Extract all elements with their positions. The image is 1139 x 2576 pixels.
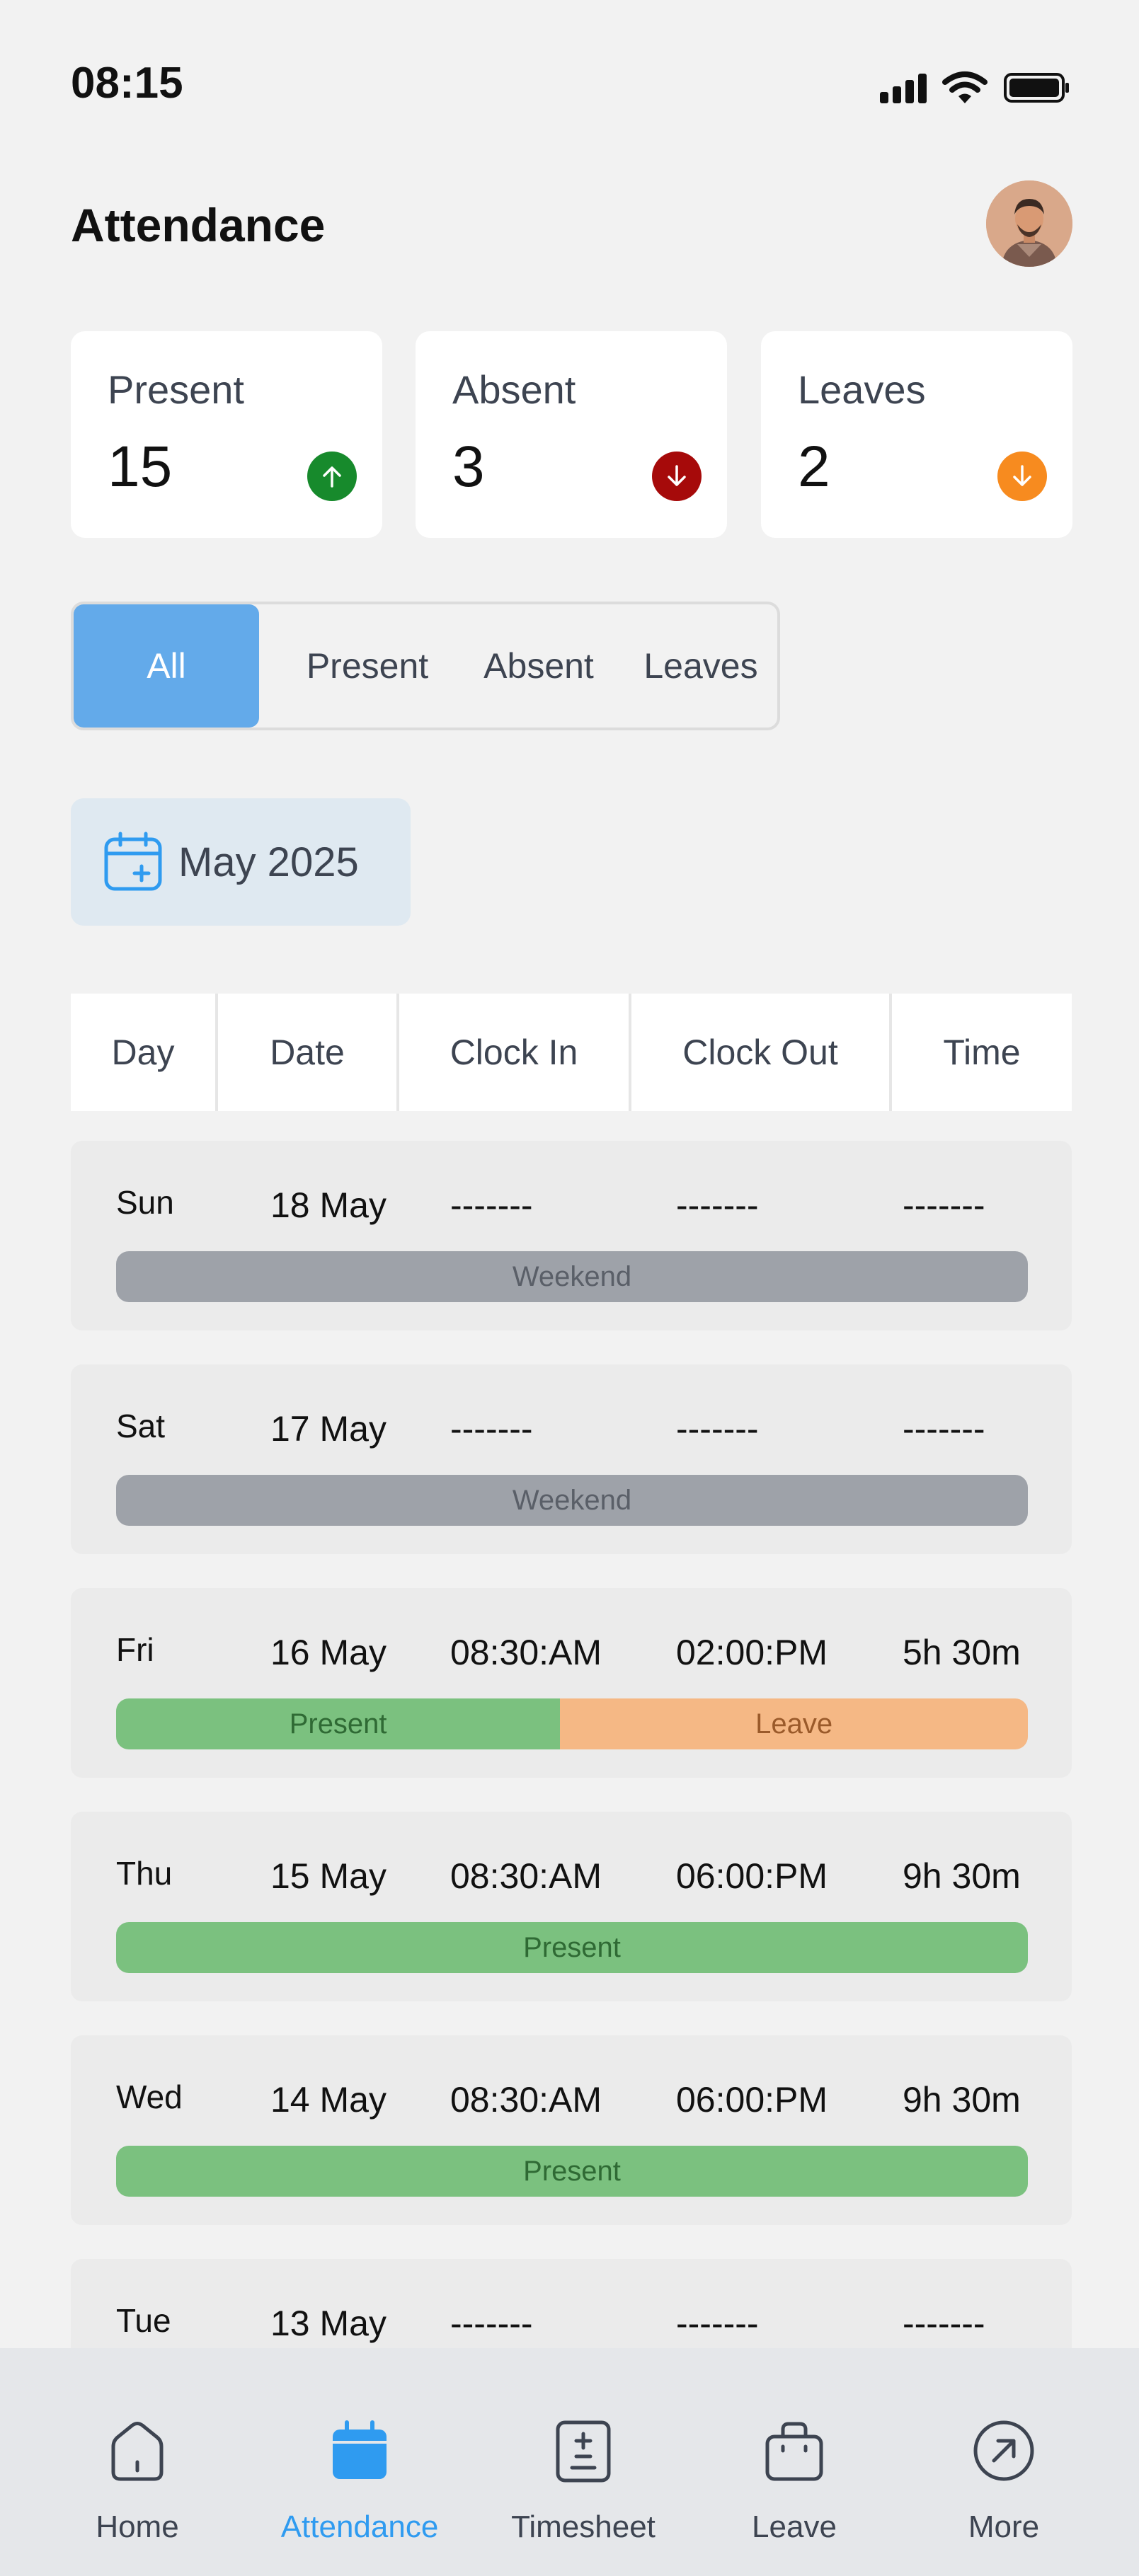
nav-label: Timesheet [511,2509,656,2544]
row-day: Sun [116,1184,174,1221]
row-clock-in: 08:30:AM [450,2080,602,2120]
row-clock-in: 08:30:AM [450,1633,602,1672]
column-header-clock-out: Clock Out [631,994,892,1111]
status-bar-row: Present [116,2146,1028,2197]
table-row[interactable]: Wed 14 May 08:30:AM 06:00:PM 9h 30m Pres… [71,2035,1072,2225]
row-clock-out: ------- [676,1185,759,1225]
row-day: Fri [116,1631,154,1668]
table-row[interactable]: Fri 16 May 08:30:AM 02:00:PM 5h 30m Pres… [71,1588,1072,1778]
signal-icon [880,72,927,103]
row-clock-out: ------- [676,2304,759,2343]
stat-label: Leaves [798,367,926,412]
column-header-date: Date [218,994,399,1111]
stat-card-present[interactable]: Present 15 [71,331,382,538]
status-bar: 08:15 [0,0,1139,170]
page-title: Attendance [71,199,326,251]
row-clock-out: 02:00:PM [676,1633,828,1672]
nav-item-timesheet[interactable]: Timesheet [491,2348,675,2576]
nav-item-more[interactable]: More [912,2348,1096,2576]
stat-card-leaves[interactable]: Leaves 2 [761,331,1072,538]
battery-icon [1004,73,1069,103]
row-time: ------- [903,2304,985,2343]
status-icons [880,68,1071,108]
tab-leaves[interactable]: Leaves [637,604,765,728]
row-date: 13 May [270,2304,387,2343]
status-time: 08:15 [71,59,183,108]
nav-label: Home [96,2509,179,2544]
month-picker[interactable]: May 2025 [71,798,411,926]
status-segment-weekend: Weekend [116,1251,1028,1302]
row-time: 9h 30m [903,1856,1021,1896]
arrow-up-icon [307,452,357,501]
nav-item-leave[interactable]: Leave [702,2348,886,2576]
bottom-nav: Home Attendance Timesheet Leave More [0,2348,1139,2576]
table-row[interactable]: Sat 17 May ------- ------- ------- Weeke… [71,1364,1072,1554]
tab-absent[interactable]: Absent [471,604,606,728]
row-date: 16 May [270,1633,387,1672]
status-segment-present: Present [116,1698,561,1749]
row-clock-out: 06:00:PM [676,1856,828,1896]
table-header: Day Date Clock In Clock Out Time [71,994,1072,1111]
row-day: Wed [116,2078,183,2115]
avatar[interactable] [986,180,1072,267]
month-label: May 2025 [178,839,359,885]
calendar-plus-icon [104,832,162,891]
status-bar-row: Weekend [116,1475,1028,1526]
status-segment-leave: Leave [560,1698,1028,1749]
row-date: 14 May [270,2080,387,2120]
column-header-clock-in: Clock In [399,994,631,1111]
nav-label: Attendance [280,2509,439,2544]
arrow-down-icon [997,452,1047,501]
filter-tabs: All Present Absent Leaves [71,602,780,730]
status-segment-present: Present [116,1922,1028,1973]
row-date: 17 May [270,1409,387,1449]
status-bar-row: Present Leave [116,1698,1028,1749]
row-time: 9h 30m [903,2080,1021,2120]
table-row[interactable]: Sun 18 May ------- ------- ------- Weeke… [71,1141,1072,1330]
stat-label: Absent [452,367,576,412]
tab-all[interactable]: All [74,604,259,728]
nav-label: Leave [752,2509,837,2544]
nav-item-attendance[interactable]: Attendance [268,2348,452,2576]
row-time: ------- [903,1185,985,1225]
column-header-time: Time [943,1033,1021,1072]
briefcase-icon [765,2422,823,2481]
row-time: ------- [903,1409,985,1449]
tab-present[interactable]: Present [300,604,435,728]
wifi-icon [942,71,988,103]
row-day: Thu [116,1855,173,1892]
stat-value: 3 [452,435,485,499]
row-time: 5h 30m [903,1633,1021,1672]
column-header-day: Day [71,994,218,1111]
status-segment-present: Present [116,2146,1028,2197]
home-icon [111,2422,164,2481]
arrow-down-icon [652,452,702,501]
timesheet-icon [556,2420,611,2483]
stat-value: 15 [108,435,173,499]
row-day: Sat [116,1408,166,1444]
row-clock-out: ------- [676,1409,759,1449]
row-clock-in: ------- [450,1409,533,1449]
stat-label: Present [108,367,244,412]
status-segment-weekend: Weekend [116,1475,1028,1526]
row-date: 15 May [270,1856,387,1896]
arrow-up-right-icon [973,2420,1034,2481]
stat-value: 2 [798,435,830,499]
calendar-icon [333,2420,387,2479]
row-date: 18 May [270,1185,387,1225]
row-clock-in: ------- [450,2304,533,2343]
row-clock-in: 08:30:AM [450,1856,602,1896]
row-clock-out: 06:00:PM [676,2080,828,2120]
row-clock-in: ------- [450,1185,533,1225]
status-bar-row: Present [116,1922,1028,1973]
row-day: Tue [116,2302,171,2339]
status-bar-row: Weekend [116,1251,1028,1302]
stat-card-absent[interactable]: Absent 3 [416,331,727,538]
table-row[interactable]: Thu 15 May 08:30:AM 06:00:PM 9h 30m Pres… [71,1812,1072,2001]
nav-item-home[interactable]: Home [45,2348,229,2576]
nav-label: More [968,2509,1040,2544]
